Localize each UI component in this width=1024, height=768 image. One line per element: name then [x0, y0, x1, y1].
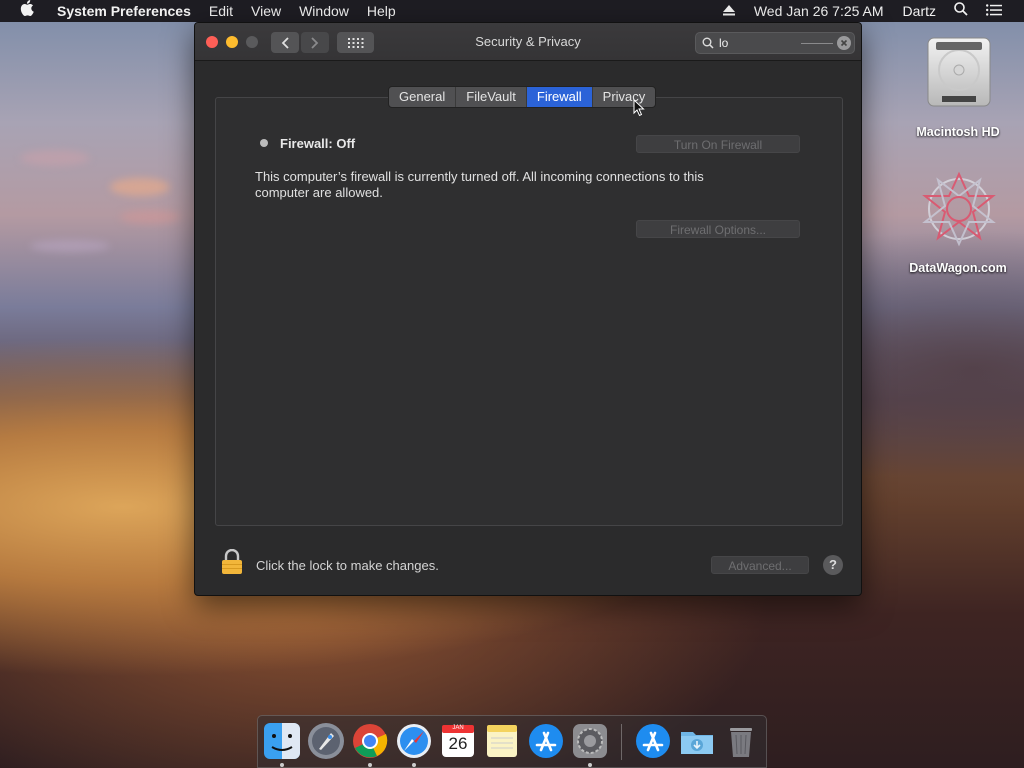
advanced-button[interactable]: Advanced...: [711, 556, 809, 574]
menu-edit[interactable]: Edit: [200, 0, 242, 22]
trash-icon[interactable]: [722, 722, 760, 760]
desktop-icon-label: DataWagon.com: [909, 261, 1007, 275]
window-titlebar[interactable]: Security & Privacy lo: [195, 23, 861, 61]
calendar-day: 26: [448, 734, 468, 753]
menu-user[interactable]: Dartz: [894, 0, 945, 22]
lock-icon[interactable]: [221, 548, 243, 575]
downloads-folder-icon[interactable]: [678, 722, 716, 760]
mouse-cursor: [633, 98, 645, 117]
menu-clock[interactable]: Wed Jan 26 7:25 AM: [744, 0, 894, 22]
calendar-icon[interactable]: JAN 26: [439, 722, 477, 760]
menu-view[interactable]: View: [242, 0, 290, 22]
system-preferences-icon[interactable]: [571, 722, 609, 760]
firewall-options-button[interactable]: Firewall Options...: [636, 220, 800, 238]
running-indicator: [368, 763, 372, 767]
help-button[interactable]: ?: [823, 555, 843, 575]
dock-separator: [621, 724, 622, 760]
content-panel: [215, 97, 843, 526]
turn-on-firewall-button[interactable]: Turn On Firewall: [636, 135, 800, 153]
chrome-icon[interactable]: [351, 722, 389, 760]
search-input[interactable]: lo: [695, 32, 855, 54]
desktop-icon-label: Macintosh HD: [916, 125, 1000, 139]
dock: JAN 26: [257, 715, 767, 768]
firewall-description: This computer’s firewall is currently tu…: [255, 169, 704, 200]
finder-icon[interactable]: [263, 722, 301, 760]
running-indicator: [280, 763, 284, 767]
running-indicator: [412, 763, 416, 767]
menu-window[interactable]: Window: [290, 0, 358, 22]
firewall-status: Firewall: Off: [280, 136, 356, 151]
notes-icon[interactable]: [483, 722, 521, 760]
app-store-downloads-icon[interactable]: [634, 722, 672, 760]
datawagon-logo-icon: [918, 168, 1000, 250]
search-icon: [702, 37, 714, 49]
tab-bar: General FileVault Firewall Privacy: [388, 86, 657, 108]
eject-icon[interactable]: [714, 0, 744, 22]
safari-icon[interactable]: [395, 722, 433, 760]
lock-message: Click the lock to make changes.: [256, 558, 439, 573]
search-value: lo: [719, 36, 729, 50]
tab-privacy[interactable]: Privacy: [593, 87, 656, 107]
notification-list-icon[interactable]: [977, 0, 1024, 22]
spotlight-search-icon[interactable]: [945, 0, 977, 22]
launchpad-icon[interactable]: [307, 722, 345, 760]
menu-bar: System Preferences Edit View Window Help…: [0, 0, 1024, 22]
tab-general[interactable]: General: [389, 87, 457, 107]
tab-firewall[interactable]: Firewall: [526, 87, 593, 107]
firewall-status-indicator: [260, 139, 268, 147]
menu-app-name[interactable]: System Preferences: [48, 0, 200, 22]
app-store-icon[interactable]: [527, 722, 565, 760]
menu-help[interactable]: Help: [358, 0, 405, 22]
clear-search-icon[interactable]: [837, 36, 851, 50]
calendar-month: JAN: [452, 725, 464, 731]
apple-icon[interactable]: [0, 0, 48, 22]
hard-drive-icon: [922, 34, 996, 110]
running-indicator: [588, 763, 592, 767]
security-privacy-window: Security & Privacy lo General FileVault …: [194, 22, 862, 596]
tab-filevault[interactable]: FileVault: [456, 87, 527, 107]
